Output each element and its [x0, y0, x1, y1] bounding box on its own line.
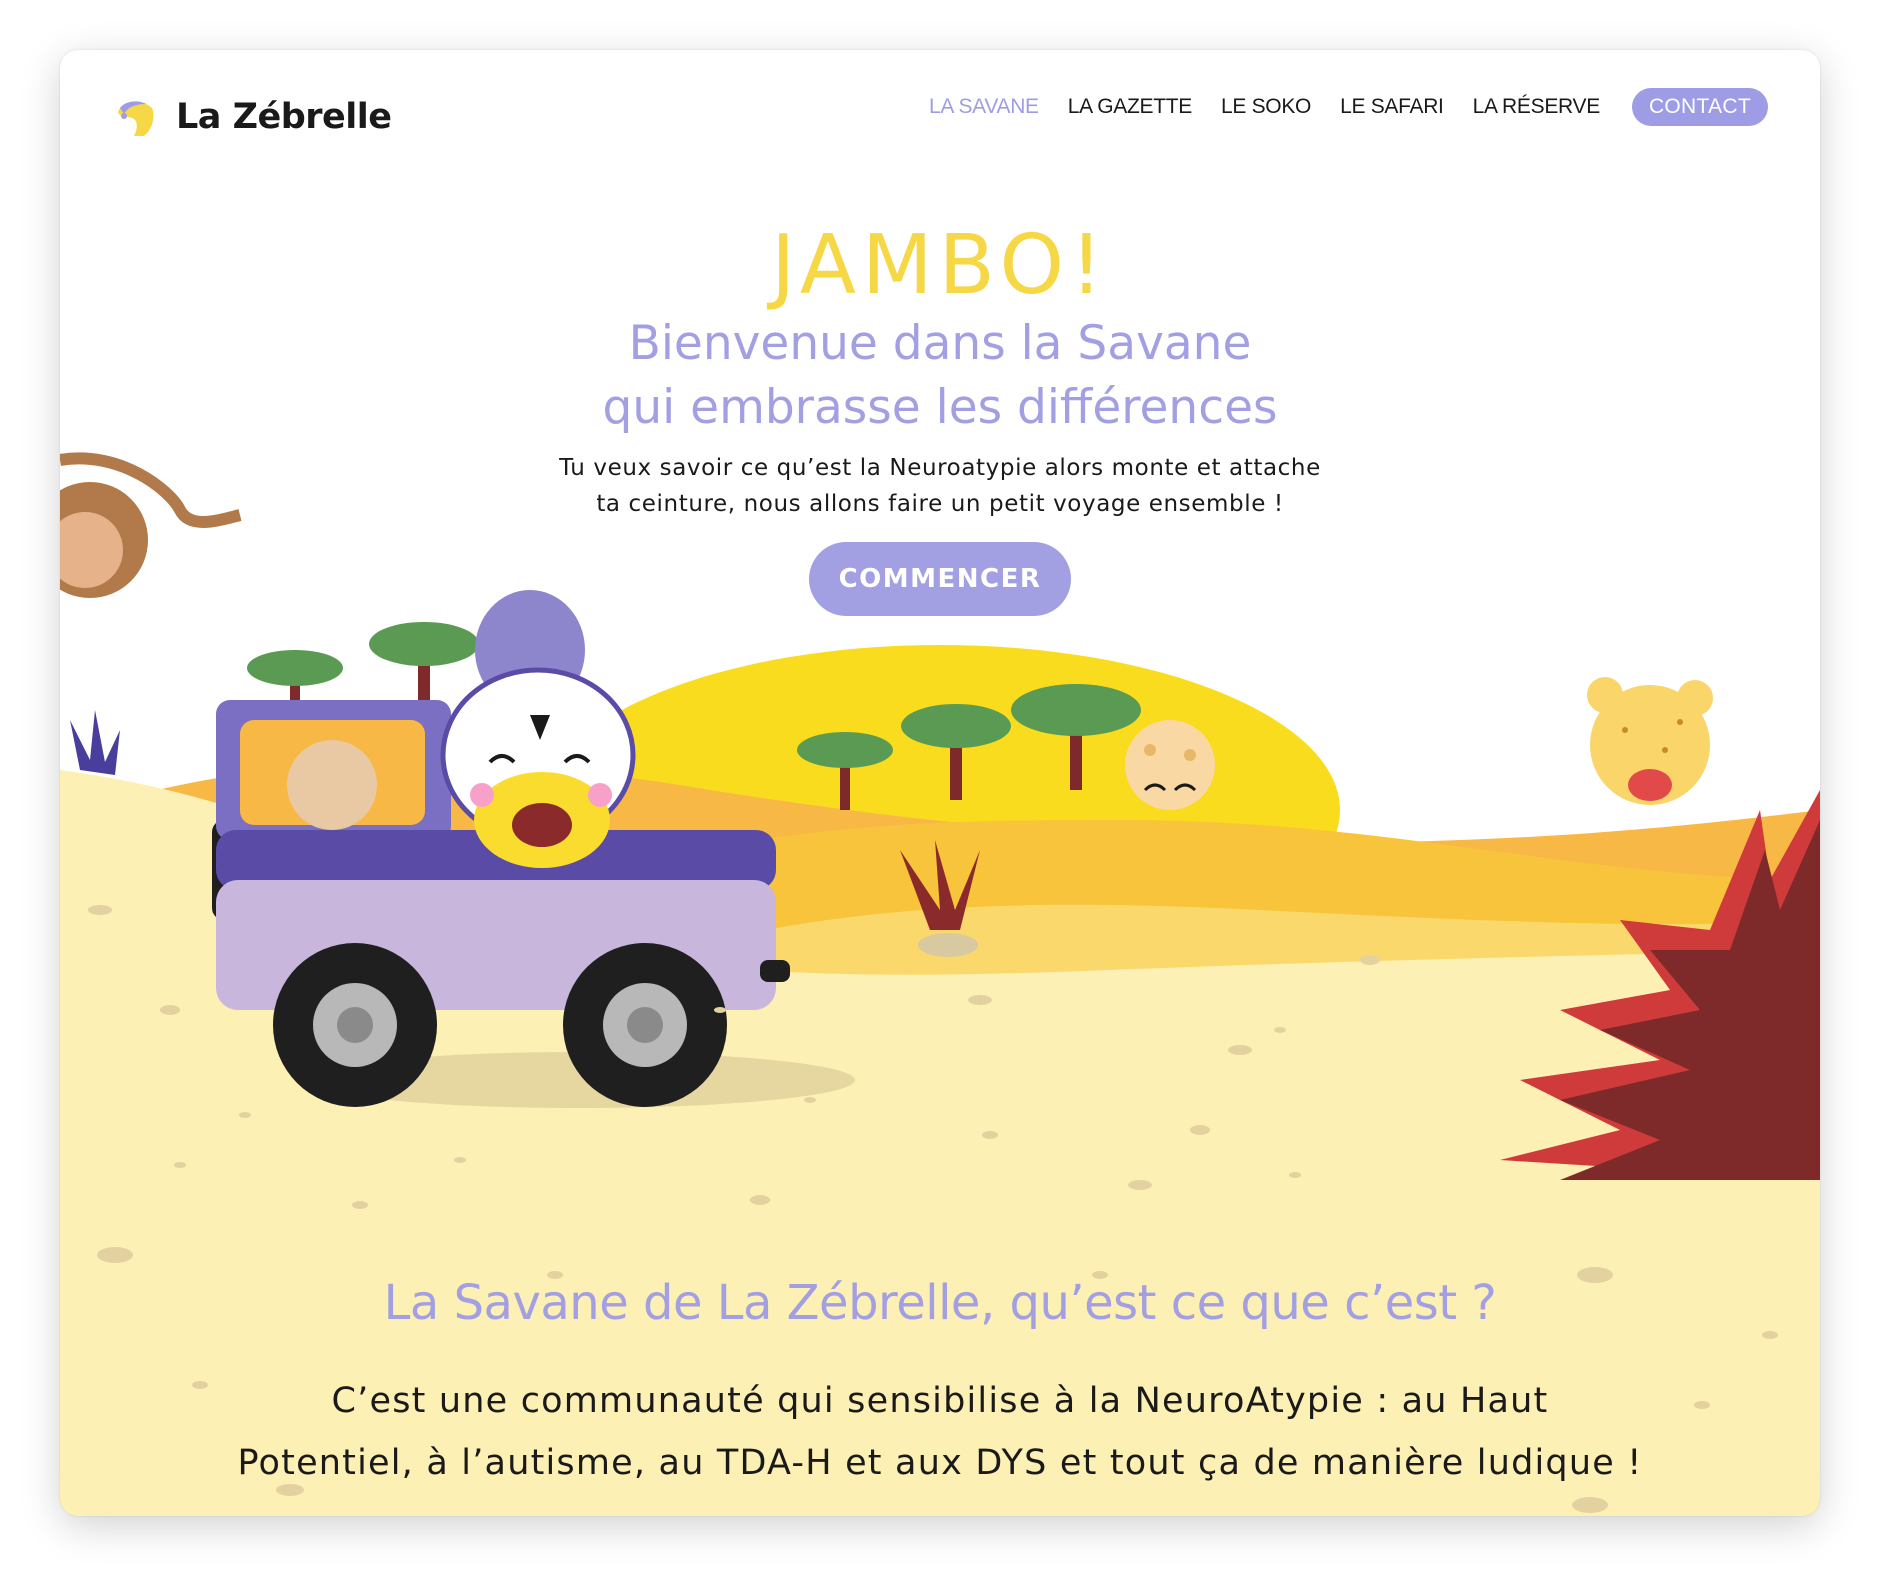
nav-la-reserve[interactable]: LA RÉSERVE — [1473, 95, 1601, 119]
hero-subtitle-line-2: qui embrasse les différences — [602, 380, 1278, 435]
browser-window: La Zébrelle LA SAVANE LA GAZETTE LE SOKO… — [60, 50, 1820, 1516]
section-description-line-2: Potentiel, à l’autisme, au TDA-H et aux … — [237, 1443, 1643, 1483]
hero-intro: Tu veux savoir ce qu’est la Neuroatypie … — [60, 450, 1820, 522]
section-description: C’est une communauté qui sensibilise à l… — [60, 1370, 1820, 1494]
section-description-line-1: C’est une communauté qui sensibilise à l… — [331, 1381, 1549, 1421]
contact-button[interactable]: CONTACT — [1631, 88, 1768, 126]
nav-la-gazette[interactable]: LA GAZETTE — [1068, 95, 1193, 119]
zebra-logo-icon — [118, 101, 154, 136]
hero-subtitle-line-1: Bienvenue dans la Savane — [628, 316, 1252, 371]
cheetah — [1587, 677, 1713, 805]
hero-subtitle: Bienvenue dans la Savane qui embrasse le… — [60, 312, 1820, 440]
hero-title: JAMBO! — [771, 218, 1109, 313]
commencer-button[interactable]: COMMENCER — [809, 542, 1071, 616]
logo-text: La Zébrelle — [176, 97, 392, 137]
nav-le-soko[interactable]: LE SOKO — [1221, 95, 1311, 119]
section-title: La Savane de La Zébrelle, qu’est ce que … — [383, 1275, 1497, 1331]
site-logo[interactable]: La Zébrelle — [112, 82, 392, 152]
main-nav: LA SAVANE LA GAZETTE LE SOKO LE SAFARI L… — [900, 88, 1768, 126]
blue-grass — [70, 710, 120, 775]
hero-intro-line-2: ta ceinture, nous allons faire un petit … — [596, 491, 1284, 517]
nav-le-safari[interactable]: LE SAFARI — [1340, 95, 1444, 119]
giraffe-head — [1125, 720, 1215, 810]
nav-la-savane[interactable]: LA SAVANE — [929, 95, 1039, 119]
hero-intro-line-1: Tu veux savoir ce qu’est la Neuroatypie … — [559, 455, 1321, 481]
